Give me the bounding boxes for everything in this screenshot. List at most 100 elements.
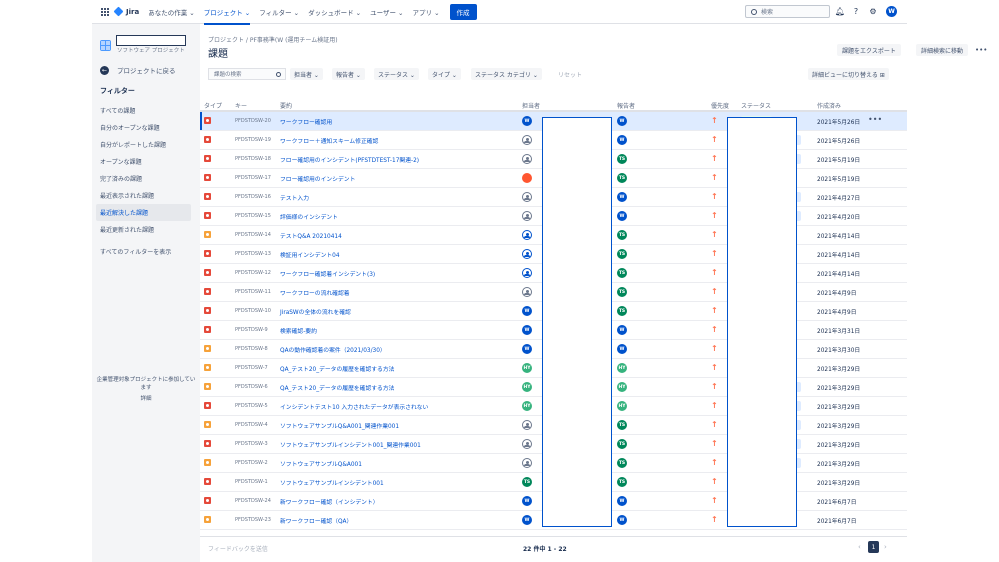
assignee-avatar[interactable] (522, 154, 532, 164)
issue-key[interactable]: PFDSTDSW-7 (235, 365, 268, 371)
issue-key[interactable]: PFDSTDSW-5 (235, 403, 268, 409)
issue-key[interactable]: PFDSTDSW-24 (235, 498, 271, 504)
assignee-avatar[interactable] (522, 173, 532, 183)
filter-item[interactable]: 最近解決した課題 (96, 204, 191, 221)
issue-summary-link[interactable]: ワークフロー確認着インシデント(3) (280, 269, 375, 278)
col-reporter[interactable]: 報告者 (617, 101, 635, 110)
help-icon[interactable]: ? (851, 6, 861, 16)
nav-people[interactable]: ユーザー ⌄ (370, 7, 403, 17)
issue-key[interactable]: PFDSTDSW-23 (235, 517, 271, 523)
notification-bell-icon[interactable]: 🔔︎ (835, 6, 845, 16)
col-created[interactable]: 作成済み (817, 101, 841, 110)
filter-item[interactable]: すべての課題 (96, 102, 191, 119)
issue-summary-link[interactable]: QAの動作確認着の案件（2021/03/30） (280, 345, 386, 354)
create-button[interactable]: 作成 (449, 3, 477, 20)
app-switcher-icon[interactable] (101, 7, 109, 16)
issue-key[interactable]: PFDSTDSW-16 (235, 194, 271, 200)
assignee-avatar[interactable]: W (522, 344, 532, 354)
issue-key[interactable]: PFDSTDSW-14 (235, 232, 271, 238)
reporter-filter-dropdown[interactable]: 報告者 ⌄ (332, 68, 365, 80)
issue-key[interactable]: PFDSTDSW-1 (235, 479, 268, 485)
reporter-avatar[interactable]: TS (617, 173, 627, 183)
assignee-avatar[interactable]: W (522, 116, 532, 126)
advanced-search-button[interactable]: 詳細検索に移動 (916, 44, 969, 56)
issue-summary-link[interactable]: フロー確認用のインシデント (280, 174, 355, 183)
issue-summary-link[interactable]: ワークフローの流れ確認着 (280, 288, 350, 297)
issue-summary-link[interactable]: フロー確認用のインシデント(PFSTDTEST-17関連-2) (280, 155, 419, 164)
issue-summary-link[interactable]: ソフトウェアサンプルQ&A001_関連作業001 (280, 421, 399, 430)
back-to-project-button[interactable]: ← プロジェクトに戻る (100, 65, 176, 75)
assignee-avatar[interactable] (522, 192, 532, 202)
reporter-avatar[interactable]: W (617, 325, 627, 335)
filter-item[interactable]: 自分がレポートした課題 (96, 136, 191, 153)
reporter-avatar[interactable]: TS (617, 268, 627, 278)
reporter-avatar[interactable]: TS (617, 287, 627, 297)
assignee-avatar[interactable] (522, 249, 532, 259)
assignee-avatar[interactable]: W (522, 325, 532, 335)
reporter-avatar[interactable]: W (617, 211, 627, 221)
issue-summary-link[interactable]: テストQ&A 20210414 (280, 231, 342, 240)
settings-gear-icon[interactable]: ⚙︎ (868, 6, 878, 16)
assignee-avatar[interactable] (522, 458, 532, 468)
reporter-avatar[interactable]: W (617, 515, 627, 525)
issue-key[interactable]: PFDSTDSW-4 (235, 422, 268, 428)
issue-key[interactable]: PFDSTDSW-2 (235, 460, 268, 466)
reporter-avatar[interactable]: HY (617, 401, 627, 411)
user-avatar[interactable]: W (886, 6, 897, 17)
assignee-avatar[interactable]: W (522, 515, 532, 525)
issue-summary-link[interactable]: ソフトウェアサンプルインシデント001 (280, 478, 384, 487)
issue-summary-link[interactable]: JiraSWの全体の流れを確認 (280, 307, 351, 316)
issue-key[interactable]: PFDSTDSW-15 (235, 213, 271, 219)
current-page-button[interactable]: 1 (868, 541, 879, 553)
issue-key[interactable]: PFDSTDSW-6 (235, 384, 268, 390)
reporter-avatar[interactable]: W (617, 496, 627, 506)
issue-summary-link[interactable]: ワークフロー＋通知スキーム修正確認 (280, 136, 378, 145)
issue-key[interactable]: PFDSTDSW-20 (235, 118, 271, 124)
issue-summary-link[interactable]: ソフトウェアサンプルQ&A001 (280, 459, 362, 468)
jira-logo[interactable]: Jira (113, 6, 139, 17)
assignee-avatar[interactable] (522, 230, 532, 240)
col-assignee[interactable]: 担当者 (522, 101, 540, 110)
status-filter-dropdown[interactable]: ステータス ⌄ (374, 68, 419, 80)
reporter-avatar[interactable]: TS (617, 420, 627, 430)
col-status[interactable]: ステータス (741, 101, 771, 110)
issue-key[interactable]: PFDSTDSW-9 (235, 327, 268, 333)
col-summary[interactable]: 要約 (280, 101, 292, 110)
issue-summary-link[interactable]: ワークフロー確認用 (280, 117, 332, 126)
reporter-avatar[interactable]: W (617, 116, 627, 126)
issue-summary-link[interactable]: 評価様のインシデント (280, 212, 338, 221)
assignee-filter-dropdown[interactable]: 担当者 ⌄ (290, 68, 323, 80)
breadcrumb[interactable]: プロジェクト / PF事務準(W (運用チーム検証用) (208, 35, 338, 44)
more-actions-icon[interactable]: ••• (970, 44, 992, 56)
issue-summary-link[interactable]: ソフトウェアサンプルインシデント001_関連作業001 (280, 440, 421, 449)
issue-search-input[interactable]: 課題の検索 (208, 68, 286, 80)
assignee-avatar[interactable] (522, 420, 532, 430)
issue-key[interactable]: PFDSTDSW-8 (235, 346, 268, 352)
global-search-input[interactable]: 検索 (745, 5, 830, 18)
assignee-avatar[interactable] (522, 439, 532, 449)
issue-key[interactable]: PFDSTDSW-17 (235, 175, 271, 181)
next-page-icon[interactable]: › (884, 543, 887, 551)
issue-key[interactable]: PFDSTDSW-12 (235, 270, 271, 276)
issue-summary-link[interactable]: 検索確認-要約 (280, 326, 317, 335)
assignee-avatar[interactable] (522, 135, 532, 145)
switch-detail-view-button[interactable]: 詳細ビューに切り替える ⊞ (808, 68, 889, 80)
reporter-avatar[interactable]: W (617, 192, 627, 202)
nav-filters[interactable]: フィルター ⌄ (259, 7, 299, 17)
assignee-avatar[interactable]: W (522, 306, 532, 316)
issue-summary-link[interactable]: 検証用インシデント04 (280, 250, 340, 259)
status-category-filter-dropdown[interactable]: ステータス カテゴリ ⌄ (471, 68, 542, 80)
filter-item[interactable]: 自分のオープンな課題 (96, 119, 191, 136)
previous-page-icon[interactable]: ‹ (858, 543, 861, 551)
assignee-avatar[interactable] (522, 287, 532, 297)
col-priority[interactable]: 優先度 (711, 101, 729, 110)
issue-summary-link[interactable]: テスト入力 (280, 193, 309, 202)
issue-key[interactable]: PFDSTDSW-11 (235, 289, 271, 295)
export-issues-button[interactable]: 課題をエクスポート (837, 44, 901, 56)
assignee-avatar[interactable]: HY (522, 382, 532, 392)
reporter-avatar[interactable]: HY (617, 363, 627, 373)
issue-summary-link[interactable]: QA_テスト20_データの履歴を確認する方法 (280, 383, 394, 392)
reset-filters-button[interactable]: リセット (558, 68, 582, 80)
type-filter-dropdown[interactable]: タイプ ⌄ (428, 68, 461, 80)
assignee-avatar[interactable]: HY (522, 401, 532, 411)
